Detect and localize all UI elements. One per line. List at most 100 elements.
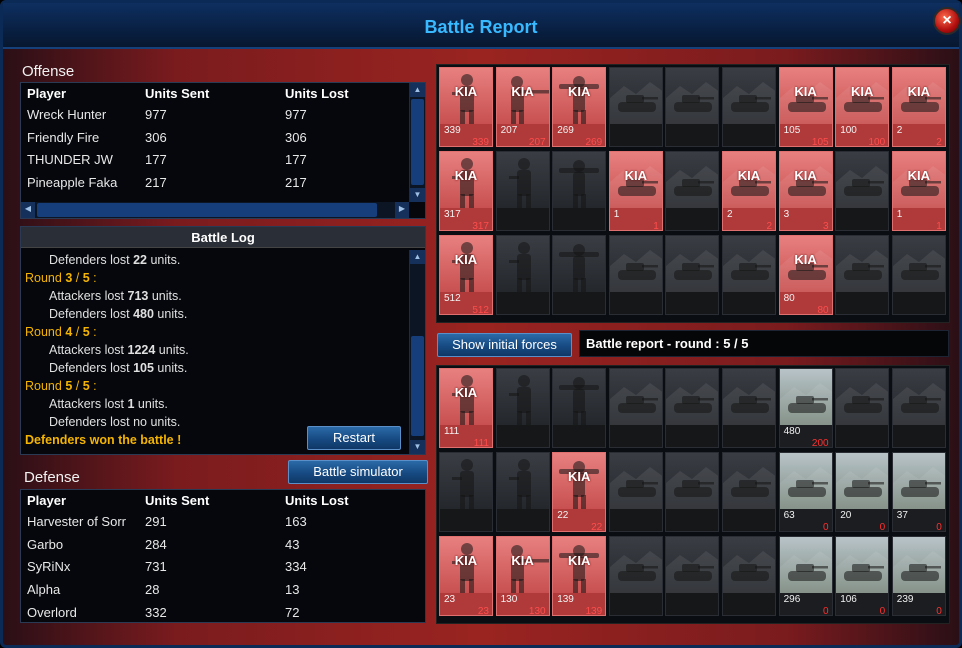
- unit-cell-tank[interactable]: [722, 536, 776, 616]
- log-pre: Defenders lost: [49, 253, 134, 267]
- unit-cell-tank[interactable]: 106 0: [835, 536, 890, 616]
- unit-lost: 0: [823, 522, 829, 532]
- scroll-left-icon[interactable]: ◀: [21, 202, 35, 218]
- unit-cell-tank[interactable]: [608, 452, 663, 532]
- tank-unit-icon: [779, 369, 832, 425]
- unit-cell-tank[interactable]: [665, 536, 720, 616]
- unit-cell-tank[interactable]: KIA 1 1: [608, 151, 663, 231]
- scroll-up-icon[interactable]: ▲: [410, 250, 425, 264]
- unit-cell-tank[interactable]: [722, 368, 776, 448]
- restart-button[interactable]: Restart: [307, 426, 401, 450]
- table-row[interactable]: Pineapple Faka 217 217: [21, 172, 425, 195]
- unit-cell-tank[interactable]: [891, 368, 946, 448]
- log-num: 22: [133, 253, 147, 267]
- table-row[interactable]: Alpha 28 13: [21, 579, 425, 602]
- unit-cell-infantry[interactable]: [439, 452, 493, 532]
- unit-cell-tank[interactable]: KIA 80 80: [778, 235, 833, 315]
- unit-cell-tank[interactable]: [608, 536, 663, 616]
- kia-label: KIA: [907, 168, 930, 183]
- table-row[interactable]: SyRiNx 731 334: [21, 556, 425, 579]
- unit-cell-tank[interactable]: KIA 100 100: [835, 67, 890, 147]
- unit-cell-tank[interactable]: [665, 452, 720, 532]
- unit-cell-rifle[interactable]: KIA 130 130: [495, 536, 550, 616]
- tank-unit-icon: [609, 369, 662, 425]
- tank-unit-icon: [892, 369, 945, 425]
- unit-cell-infantry[interactable]: KIA 23 23: [439, 536, 493, 616]
- log-post: :: [89, 379, 97, 393]
- unit-cell-infantry[interactable]: [495, 452, 550, 532]
- table-row[interactable]: Garbo 284 43: [21, 534, 425, 557]
- player-name: Friendly Fire: [27, 129, 100, 145]
- scroll-down-icon[interactable]: ▼: [410, 440, 425, 454]
- scroll-thumb[interactable]: [411, 336, 424, 436]
- unit-cell-tank[interactable]: [665, 67, 720, 147]
- unit-cell-tank[interactable]: [608, 235, 663, 315]
- unit-lost: 339: [472, 137, 489, 147]
- show-initial-forces-button[interactable]: Show initial forces: [437, 333, 572, 357]
- unit-total: 2: [727, 209, 733, 220]
- tank-unit-icon: [779, 453, 832, 509]
- battle-log-scrollbar[interactable]: ▲ ▼: [409, 250, 425, 454]
- table-row[interactable]: Friendly Fire 306 306: [21, 127, 425, 150]
- unit-cell-rocket[interactable]: KIA 22 22: [552, 452, 607, 532]
- table-row[interactable]: THUNDER JW 177 177: [21, 149, 425, 172]
- offense-vertical-scrollbar[interactable]: ▲ ▼: [409, 83, 425, 202]
- unit-cell-rocket[interactable]: KIA 139 139: [552, 536, 607, 616]
- unit-count-bar: [496, 425, 549, 447]
- unit-cell-tank[interactable]: [665, 235, 720, 315]
- unit-cell-rocket[interactable]: [552, 151, 607, 231]
- unit-count-bar: [723, 593, 775, 615]
- unit-count-bar: [609, 292, 662, 314]
- scroll-down-icon[interactable]: ▼: [410, 188, 425, 202]
- unit-cell-infantry[interactable]: KIA 339 339: [439, 67, 493, 147]
- unit-cell-tank[interactable]: 37 0: [891, 452, 946, 532]
- unit-cell-tank[interactable]: KIA 2 2: [891, 67, 946, 147]
- offense-horizontal-scrollbar[interactable]: ◀ ▶: [21, 202, 409, 218]
- unit-cell-tank[interactable]: KIA 3 3: [778, 151, 833, 231]
- unit-lost: 1: [653, 221, 659, 231]
- close-button[interactable]: ×: [933, 7, 961, 35]
- unit-cell-infantry[interactable]: [495, 235, 550, 315]
- units-lost: 177: [285, 152, 307, 168]
- unit-cell-tank[interactable]: [835, 368, 890, 448]
- tank-unit-icon: [836, 236, 889, 292]
- scroll-thumb[interactable]: [37, 203, 377, 217]
- unit-cell-rocket[interactable]: KIA 269 269: [552, 67, 607, 147]
- unit-cell-tank[interactable]: KIA 105 105: [778, 67, 833, 147]
- unit-cell-tank[interactable]: 63 0: [778, 452, 833, 532]
- unit-cell-tank[interactable]: [665, 151, 720, 231]
- unit-cell-tank[interactable]: [891, 235, 946, 315]
- unit-cell-infantry[interactable]: KIA 111 111: [439, 368, 493, 448]
- scroll-thumb[interactable]: [411, 99, 424, 185]
- table-row[interactable]: Wreck Hunter 977 977: [21, 104, 425, 127]
- unit-cell-tank[interactable]: [722, 67, 776, 147]
- unit-cell-rocket[interactable]: [552, 368, 607, 448]
- table-row[interactable]: Overlord 332 72: [21, 602, 425, 625]
- scroll-right-icon[interactable]: ▶: [395, 202, 409, 218]
- scroll-up-icon[interactable]: ▲: [410, 83, 425, 97]
- unit-cell-tank[interactable]: [835, 235, 890, 315]
- unit-cell-tank[interactable]: KIA 2 2: [722, 151, 776, 231]
- unit-cell-infantry[interactable]: [495, 368, 550, 448]
- unit-cell-tank[interactable]: 296 0: [778, 536, 833, 616]
- unit-cell-tank[interactable]: [608, 368, 663, 448]
- unit-cell-tank[interactable]: 239 0: [891, 536, 946, 616]
- unit-lost: 1: [936, 221, 942, 231]
- unit-cell-tank[interactable]: [722, 452, 776, 532]
- unit-cell-tank[interactable]: 480 200: [778, 368, 833, 448]
- unit-cell-tank[interactable]: [722, 235, 776, 315]
- unit-cell-tank[interactable]: 20 0: [835, 452, 890, 532]
- unit-cell-tank[interactable]: [665, 368, 720, 448]
- battle-report-round-title: Battle report - round : 5 / 5: [579, 330, 949, 357]
- unit-cell-tank[interactable]: KIA 1 1: [891, 151, 946, 231]
- table-row[interactable]: Harvester of Sorr 291 163: [21, 511, 425, 534]
- unit-cell-rifle[interactable]: KIA 207 207: [495, 67, 550, 147]
- battle-simulator-button[interactable]: Battle simulator: [288, 460, 428, 484]
- unit-cell-tank[interactable]: [835, 151, 890, 231]
- unit-cell-infantry[interactable]: [495, 151, 550, 231]
- unit-cell-infantry[interactable]: KIA 512 512: [439, 235, 493, 315]
- unit-cell-tank[interactable]: [608, 67, 663, 147]
- unit-cell-infantry[interactable]: KIA 317 317: [439, 151, 493, 231]
- unit-cell-rocket[interactable]: [552, 235, 607, 315]
- log-post: units.: [153, 307, 188, 321]
